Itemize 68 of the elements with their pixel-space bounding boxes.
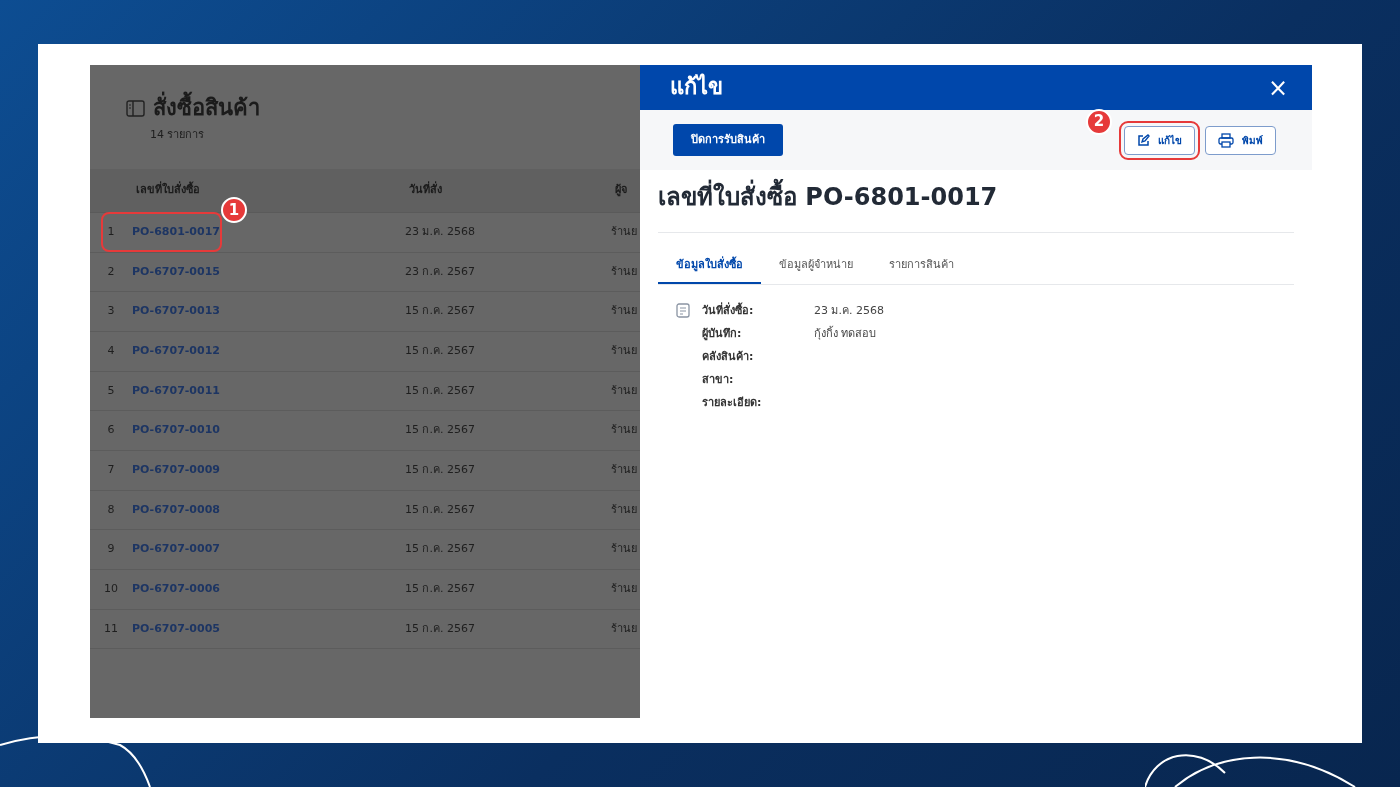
row-number: 11 xyxy=(104,621,118,635)
field-label: ผู้บันทึก: xyxy=(702,326,742,340)
edit-icon xyxy=(1137,133,1150,147)
order-date: 15 ก.ค. 2567 xyxy=(405,344,475,358)
tab[interactable]: ข้อมูลผู้จำหน่าย xyxy=(761,257,871,284)
row-number: 5 xyxy=(107,383,115,397)
field-value: กุ้งกิ้ง ทดสอบ xyxy=(814,326,877,340)
drawer-title: แก้ไข xyxy=(670,74,723,101)
table-cell: ร้านย xyxy=(611,542,637,556)
order-date: 15 ก.ค. 2567 xyxy=(405,304,475,318)
table-cell: ร้านย xyxy=(611,304,637,318)
close-receiving-button[interactable]: ปิดการรับสินค้า xyxy=(673,123,783,157)
row-number: 8 xyxy=(107,502,115,516)
column-header: ผู้จ xyxy=(615,183,627,197)
po-number-link[interactable]: PO-6801-0017 xyxy=(132,225,220,238)
order-date: 15 ก.ค. 2567 xyxy=(405,383,475,397)
order-date: 23 ม.ค. 2568 xyxy=(405,225,475,238)
tab[interactable]: รายการสินค้า xyxy=(871,257,972,284)
document-heading: เลขที่ใบสั่งซื้อ PO-6801-0017 xyxy=(658,178,1294,234)
field-label: รายละเอียด: xyxy=(702,395,762,409)
field-label: สาขา: xyxy=(702,372,734,386)
printer-icon xyxy=(1218,132,1234,148)
document-icon xyxy=(676,302,690,318)
sidebar-toggle-icon[interactable] xyxy=(126,99,145,117)
order-date: 15 ก.ค. 2567 xyxy=(405,621,475,635)
step-number-badge: 2 xyxy=(1086,108,1112,135)
po-number-link[interactable]: PO-6707-0005 xyxy=(132,621,220,635)
field-label: คลังสินค้า: xyxy=(702,349,754,363)
order-date: 15 ก.ค. 2567 xyxy=(405,582,475,596)
row-number: 9 xyxy=(107,542,115,556)
po-number-link[interactable]: PO-6707-0012 xyxy=(132,344,220,358)
row-number: 1 xyxy=(107,225,115,238)
po-number-link[interactable]: PO-6707-0010 xyxy=(132,423,220,437)
order-date: 15 ก.ค. 2567 xyxy=(405,542,475,556)
row-number: 2 xyxy=(107,264,115,278)
po-number-link[interactable]: PO-6707-0013 xyxy=(132,304,220,318)
field-label: วันที่สั่งซื้อ: xyxy=(702,303,754,317)
table-cell: ร้านย xyxy=(611,502,637,516)
row-number: 3 xyxy=(107,304,115,318)
table-cell: ร้านย xyxy=(611,264,637,278)
po-number-link[interactable]: PO-6707-0009 xyxy=(132,463,220,477)
print-button[interactable]: พิมพ์ xyxy=(1205,125,1276,155)
row-number: 10 xyxy=(104,582,118,596)
table-cell: ร้านย xyxy=(611,423,637,437)
table-cell: ร้านย xyxy=(611,621,637,635)
field-value: 23 ม.ค. 2568 xyxy=(814,303,884,317)
order-date: 15 ก.ค. 2567 xyxy=(405,423,475,437)
row-number: 6 xyxy=(107,423,115,437)
po-number-link[interactable]: PO-6707-0007 xyxy=(132,542,220,556)
table-cell: ร้านย xyxy=(611,582,637,596)
row-number: 4 xyxy=(107,344,115,358)
order-date: 15 ก.ค. 2567 xyxy=(405,502,475,516)
row-number: 7 xyxy=(107,463,115,477)
po-number-link[interactable]: PO-6707-0015 xyxy=(132,264,220,278)
close-button[interactable]: × xyxy=(1267,75,1288,100)
column-header: เลขที่ใบสั่งซื้อ xyxy=(136,183,200,197)
table-cell: ร้านย xyxy=(611,463,637,477)
table-cell: ร้านย xyxy=(611,344,637,358)
order-date: 23 ก.ค. 2567 xyxy=(405,264,475,278)
po-number-link[interactable]: PO-6707-0011 xyxy=(132,383,220,397)
item-count: 14 รายการ xyxy=(150,127,206,144)
po-number-link[interactable]: PO-6707-0008 xyxy=(132,502,220,516)
po-number-link[interactable]: PO-6707-0006 xyxy=(132,582,220,596)
table-cell: ร้านย xyxy=(611,383,637,397)
order-date: 15 ก.ค. 2567 xyxy=(405,463,475,477)
tab[interactable]: ข้อมูลใบสั่งซื้อ xyxy=(658,257,761,284)
column-header: วันที่สั่ง xyxy=(409,183,442,197)
table-cell: ร้านย xyxy=(611,225,637,238)
